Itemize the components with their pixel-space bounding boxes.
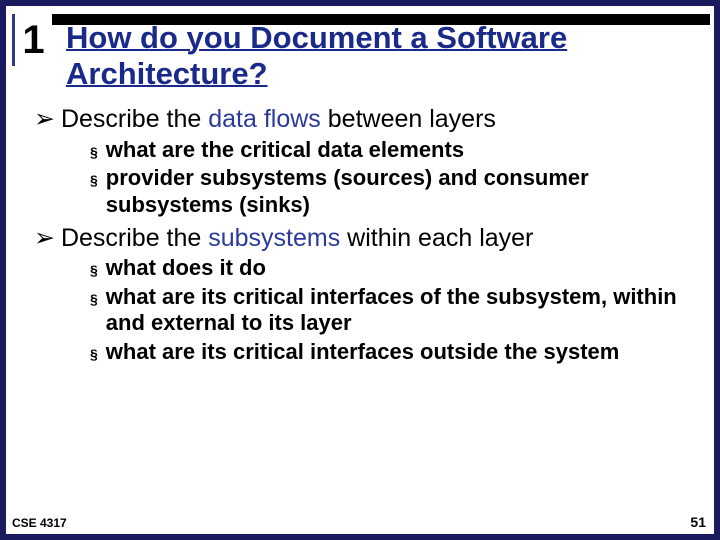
sub-bullet-group: § what does it do § what are its critica… xyxy=(90,255,690,365)
section-icon: § xyxy=(90,144,98,161)
section-icon: § xyxy=(90,346,98,363)
slide-footer: CSE 4317 51 xyxy=(6,514,706,530)
sub-bullet-text: what does it do xyxy=(106,255,690,281)
bullet-item: ➢ Describe the subsystems within each la… xyxy=(34,224,690,254)
slide-content: ➢ Describe the data flows between layers… xyxy=(6,91,714,365)
sub-bullet-text: provider subsystems (sources) and consum… xyxy=(106,165,690,218)
sub-bullet-text: what are the critical data elements xyxy=(106,137,690,163)
section-icon: § xyxy=(90,291,98,308)
sub-bullet-item: § what are the critical data elements xyxy=(90,137,690,163)
sub-bullet-item: § what are its critical interfaces outsi… xyxy=(90,339,690,365)
page-number: 51 xyxy=(690,514,706,530)
bullet-text: Describe the subsystems within each laye… xyxy=(61,224,690,254)
sub-bullet-item: § what are its critical interfaces of th… xyxy=(90,284,690,337)
slide-number-badge: 1 xyxy=(22,18,44,62)
slide: 1 How do you Document a Software Archite… xyxy=(6,6,714,534)
sub-bullet-group: § what are the critical data elements § … xyxy=(90,137,690,218)
sub-bullet-item: § what does it do xyxy=(90,255,690,281)
arrow-icon: ➢ xyxy=(34,105,55,135)
bullet-text: Describe the data flows between layers xyxy=(61,105,690,135)
bullet-item: ➢ Describe the data flows between layers xyxy=(34,105,690,135)
course-label: CSE 4317 xyxy=(12,516,67,530)
sub-bullet-item: § provider subsystems (sources) and cons… xyxy=(90,165,690,218)
slide-header: 1 How do you Document a Software Archite… xyxy=(6,6,714,91)
section-icon: § xyxy=(90,262,98,279)
slide-badge: 1 xyxy=(12,14,52,66)
sub-bullet-text: what are its critical interfaces outside… xyxy=(106,339,690,365)
sub-bullet-text: what are its critical interfaces of the … xyxy=(106,284,690,337)
header-bar xyxy=(50,14,710,25)
arrow-icon: ➢ xyxy=(34,224,55,254)
section-icon: § xyxy=(90,172,98,189)
